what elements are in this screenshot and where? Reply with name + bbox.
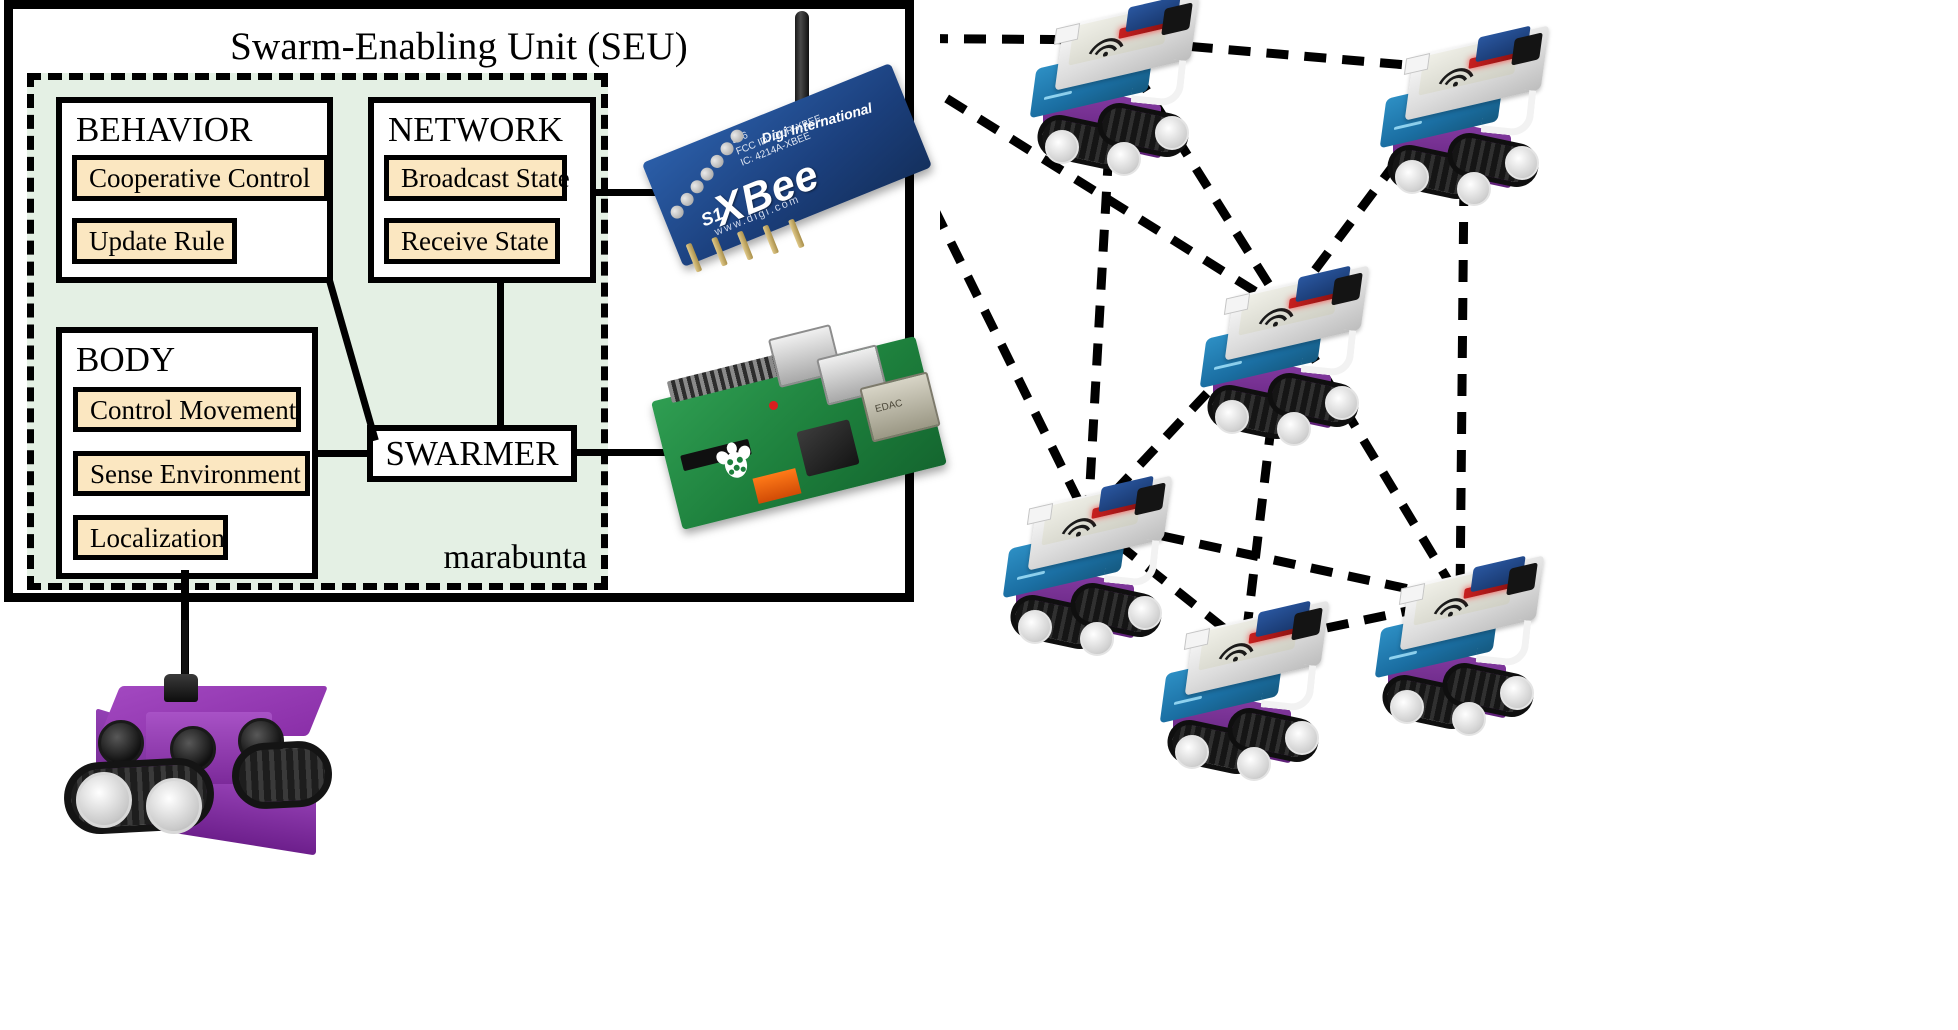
xbee-pad — [698, 165, 716, 183]
robot-wheel — [1107, 142, 1141, 176]
robot-wheel — [1395, 160, 1429, 194]
network-item-broadcast-state[interactable]: Broadcast State — [384, 155, 570, 201]
robot-antenna-icon — [182, 620, 188, 680]
swarm-robot-r3 — [1185, 265, 1385, 460]
xbee-pin — [787, 218, 805, 249]
xbee-pin — [685, 242, 703, 273]
marabunta-label: marabunta — [443, 539, 588, 576]
robot-wheel — [1175, 735, 1209, 769]
module-network-title: NETWORK — [388, 110, 563, 149]
seu-panel: Swarm-Enabling Unit (SEU) marabunta BEHA… — [4, 0, 947, 602]
robot-sprocket-wheel — [146, 778, 202, 834]
swarm-robot-r1 — [1015, 0, 1215, 190]
power-cable — [1130, 55, 1187, 108]
xbee-pin — [736, 230, 754, 261]
connector-network-to-swarmer — [497, 279, 504, 429]
xbee-pcb: XBee S1 Digi International 306 FCC ID: O… — [641, 62, 933, 273]
power-cable — [1300, 325, 1357, 378]
xbee-pad — [668, 203, 686, 221]
robot-wheel — [1018, 610, 1052, 644]
module-behavior-title: BEHAVIOR — [76, 110, 253, 149]
swarm-network-area — [940, 0, 1958, 1030]
robot-wheel — [1080, 622, 1114, 656]
body-item-localization[interactable]: Localization — [73, 515, 228, 560]
robot-wheel — [1285, 721, 1319, 755]
xbee-pad — [708, 152, 726, 170]
network-item-receive-state[interactable]: Receive State — [384, 218, 560, 264]
swarmer-core-box[interactable]: SWARMER — [367, 425, 577, 482]
xbee-pad — [678, 190, 696, 208]
robot-wheel — [1452, 702, 1486, 736]
robot-wheel — [1237, 747, 1271, 781]
robot-wheel — [1277, 412, 1311, 446]
xbee-pad — [688, 178, 706, 196]
connector-body-to-swarmer — [315, 450, 371, 457]
behavior-item-cooperative-control[interactable]: Cooperative Control — [72, 155, 329, 201]
robot-wheel — [1457, 172, 1491, 206]
module-body[interactable]: BODY Control Movement Sense Environment … — [56, 327, 318, 579]
module-behavior[interactable]: BEHAVIOR Cooperative Control Update Rule — [56, 97, 333, 283]
robot-wheel — [1390, 690, 1424, 724]
power-cable — [1475, 615, 1532, 668]
swarm-robot-r2 — [1365, 25, 1565, 220]
robot-sprocket-wheel — [76, 772, 132, 828]
xbee-pin — [711, 236, 728, 267]
robot-wheel — [1505, 146, 1539, 180]
robot-wheel — [1500, 676, 1534, 710]
module-network[interactable]: NETWORK Broadcast State Receive State — [368, 97, 596, 283]
xbee-pin — [762, 224, 780, 255]
robot-wheel — [1155, 116, 1189, 150]
robot-wheel — [1325, 386, 1359, 420]
body-item-control-movement[interactable]: Control Movement — [73, 387, 301, 432]
robot-antenna-base-icon — [164, 674, 198, 702]
single-robot-photo — [36, 620, 334, 856]
behavior-item-update-rule[interactable]: Update Rule — [72, 218, 237, 264]
body-item-sense-environment[interactable]: Sense Environment — [73, 451, 310, 496]
xbee-radio-module-photo: XBee S1 Digi International 306 FCC ID: O… — [641, 9, 943, 273]
raspberry-pi-photo: EDAC — [651, 324, 953, 530]
swarm-robot-r5 — [1360, 555, 1560, 750]
power-cable — [1103, 535, 1160, 588]
power-cable — [1260, 660, 1317, 713]
power-cable — [1480, 85, 1537, 138]
swarm-robot-r6 — [1145, 600, 1345, 795]
robot-wheel — [1045, 130, 1079, 164]
robot-wheel — [1215, 400, 1249, 434]
module-body-title: BODY — [76, 340, 176, 379]
robot-track-right — [230, 739, 334, 811]
